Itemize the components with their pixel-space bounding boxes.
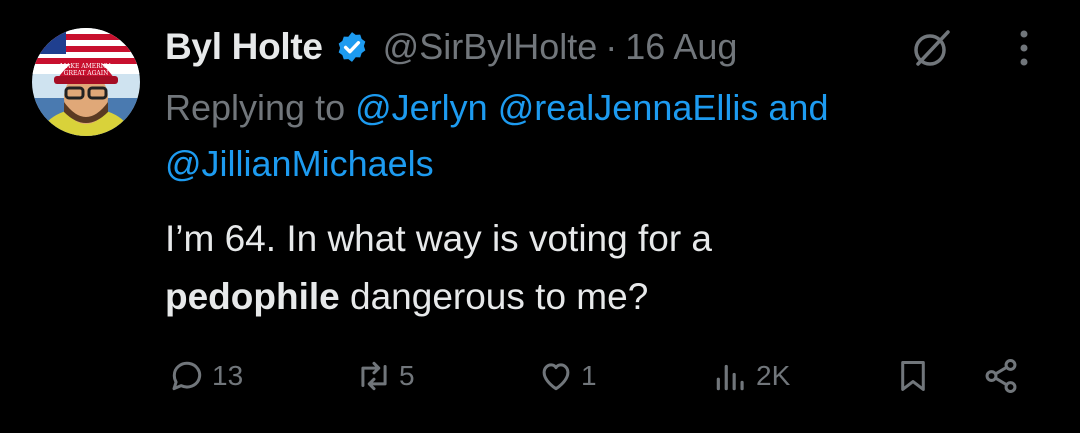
display-name[interactable]: Byl Holte <box>165 26 323 68</box>
views-chart-icon <box>716 364 744 391</box>
separator-dot: · <box>605 26 618 67</box>
reply-button[interactable]: 13 <box>168 348 243 404</box>
grok-icon[interactable] <box>910 26 954 70</box>
reply-icon <box>172 361 202 391</box>
tweet-date[interactable]: 16 Aug <box>625 26 737 68</box>
tweet-text-line: dangerous to me? <box>350 276 649 317</box>
bookmark-button[interactable] <box>894 348 932 404</box>
replying-to: Replying to @Jerlyn @realJennaEllis and … <box>165 80 1045 192</box>
more-icon[interactable] <box>1013 28 1035 68</box>
share-icon <box>985 358 1017 394</box>
svg-text:GREAT AGAIN: GREAT AGAIN <box>64 70 109 77</box>
action-bar: 13 5 1 2K <box>0 348 1080 404</box>
verified-badge-icon <box>335 30 369 64</box>
tweet-header: Byl Holte @SirBylHolte · 16 Aug <box>165 22 737 72</box>
repost-icon <box>361 361 387 391</box>
svg-text:MAKE AMERICA: MAKE AMERICA <box>60 63 113 70</box>
tweet-text-bold: pedophile <box>165 276 340 317</box>
mention-link[interactable]: @Jerlyn <box>355 87 488 128</box>
heart-icon <box>542 363 570 391</box>
like-button[interactable]: 1 <box>537 348 597 404</box>
replying-to-label: Replying to <box>165 87 346 128</box>
like-count: 1 <box>581 360 597 391</box>
views-button[interactable]: 2K <box>712 348 790 404</box>
tweet-card[interactable]: MAKE AMERICA GREAT AGAIN Byl Holte @SirB… <box>0 0 1080 433</box>
mention-link[interactable]: @realJennaEllis <box>498 87 759 128</box>
avatar[interactable]: MAKE AMERICA GREAT AGAIN <box>32 28 140 136</box>
bookmark-icon <box>901 361 925 391</box>
user-handle[interactable]: @SirBylHolte <box>383 26 598 68</box>
repost-count: 5 <box>399 360 415 391</box>
tweet-text: I’m 64. In what way is voting for a pedo… <box>165 210 1045 326</box>
view-count: 2K <box>756 360 791 391</box>
tweet-text-line: I’m 64. In what way is voting for a <box>165 218 713 259</box>
mention-link[interactable]: @JillianMichaels <box>165 143 434 184</box>
share-button[interactable] <box>982 348 1020 404</box>
mention-joiner[interactable]: and <box>768 87 828 128</box>
repost-button[interactable]: 5 <box>355 348 415 404</box>
reply-count: 13 <box>212 360 244 391</box>
